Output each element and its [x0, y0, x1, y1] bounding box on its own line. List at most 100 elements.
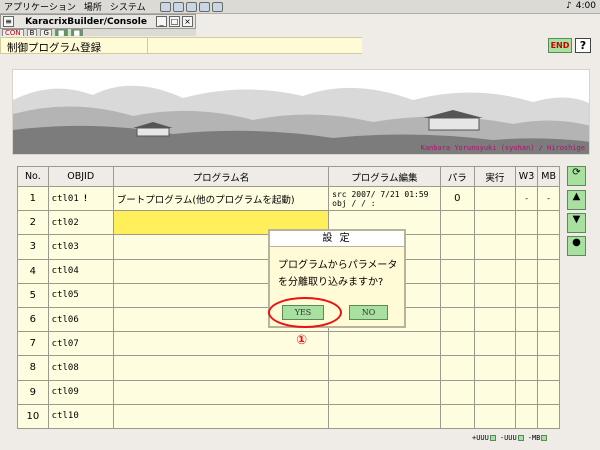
refresh-button[interactable]: ⟳ — [567, 166, 586, 186]
cell-exec[interactable] — [473, 403, 516, 430]
cell-para[interactable] — [439, 355, 475, 381]
table-row[interactable]: 7 ctl07 — [17, 331, 560, 357]
cell-mb[interactable] — [537, 258, 560, 284]
cell-exec[interactable] — [473, 210, 516, 236]
footer-arrow-icon — [517, 435, 524, 441]
cell-program-edit[interactable] — [328, 379, 441, 405]
cell-w3[interactable] — [514, 234, 539, 260]
no-button[interactable]: NO — [349, 305, 388, 320]
center-button[interactable]: ● — [567, 236, 586, 256]
cell-w3[interactable] — [514, 282, 539, 308]
banner-image: Kanbara Yorunoyuki (syohan) / Hiroshige — [12, 69, 590, 155]
cell-no: 1 — [17, 185, 49, 212]
objid-text: ctl07 — [51, 338, 79, 349]
footer-mb[interactable]: -MB — [528, 434, 548, 442]
cell-program-name[interactable]: ブートプログラム(他のプログラムを起動) — [112, 185, 330, 212]
cell-program-name[interactable] — [112, 379, 330, 405]
menu-applications[interactable]: アプリケーション — [4, 0, 76, 13]
cell-para[interactable]: 0 — [439, 185, 475, 212]
cell-exec[interactable] — [473, 258, 516, 284]
menu-system[interactable]: システム — [110, 0, 146, 13]
arrow-down-icon: ▼ — [572, 214, 581, 225]
minimize-button[interactable]: _ — [156, 16, 167, 27]
cell-objid[interactable]: ctl07 — [47, 331, 114, 357]
cell-mb[interactable] — [537, 331, 560, 357]
cell-mb[interactable]: - — [537, 185, 560, 212]
cell-mb[interactable] — [537, 403, 560, 430]
cell-mb[interactable] — [537, 306, 560, 333]
cell-exec[interactable] — [473, 379, 516, 405]
cell-no: 4 — [17, 258, 49, 284]
table-row[interactable]: 1 ctl01! ブートプログラム(他のプログラムを起動) src 2007/ 7/2… — [17, 185, 560, 212]
volume-icon[interactable]: ♪ — [566, 1, 572, 11]
cell-w3[interactable] — [514, 306, 539, 333]
footer-uuu-minus[interactable]: -UUU — [500, 434, 524, 442]
cell-program-edit[interactable] — [328, 355, 441, 381]
cell-w3[interactable] — [514, 403, 539, 430]
terminal-icon[interactable] — [198, 1, 210, 12]
cell-exec[interactable] — [473, 185, 516, 212]
cell-program-name[interactable] — [112, 355, 330, 381]
cell-exec[interactable] — [473, 306, 516, 333]
cell-para[interactable] — [439, 282, 475, 308]
cell-mb[interactable] — [537, 379, 560, 405]
col-program-name: プログラム名 — [112, 166, 330, 187]
scroll-down-button[interactable]: ▼ — [567, 213, 586, 233]
cell-para[interactable] — [439, 258, 475, 284]
cell-w3[interactable]: - — [514, 185, 539, 212]
help-button[interactable]: ? — [575, 38, 591, 53]
table-row[interactable]: 10 ctl10 — [17, 403, 560, 430]
col-exec: 実行 — [473, 166, 516, 187]
objid-text: ctl05 — [51, 290, 79, 301]
flag-mark: ! — [82, 193, 89, 204]
maximize-button[interactable]: □ — [169, 16, 180, 27]
cell-mb[interactable] — [537, 234, 560, 260]
cell-mb[interactable] — [537, 355, 560, 381]
cell-program-name[interactable] — [112, 403, 330, 430]
cell-exec[interactable] — [473, 355, 516, 381]
cell-exec[interactable] — [473, 331, 516, 357]
cell-program-edit[interactable] — [328, 403, 441, 430]
browser-icon[interactable] — [159, 1, 171, 12]
scroll-up-button[interactable]: ▲ — [567, 190, 586, 210]
cell-para[interactable] — [439, 306, 475, 333]
cell-objid[interactable]: ctl09 — [47, 379, 114, 405]
cell-program-edit[interactable] — [328, 331, 441, 357]
cell-para[interactable] — [439, 234, 475, 260]
cell-objid[interactable]: ctl10 — [47, 403, 114, 430]
help-icon[interactable] — [211, 1, 223, 12]
dot-icon: ● — [572, 237, 581, 248]
cell-program-edit[interactable]: src 2007/ 7/21 01:59 obj / / : — [328, 185, 441, 212]
cell-objid[interactable]: ctl02 — [47, 210, 114, 236]
cell-w3[interactable] — [514, 331, 539, 357]
end-button[interactable]: END — [548, 38, 572, 53]
table-row[interactable]: 8 ctl08 — [17, 355, 560, 381]
cell-objid[interactable]: ctl01! — [47, 185, 114, 212]
cell-w3[interactable] — [514, 258, 539, 284]
close-button[interactable]: × — [182, 16, 193, 27]
cell-para[interactable] — [439, 379, 475, 405]
cell-para[interactable] — [439, 403, 475, 430]
footer-uuu-plus[interactable]: +UUU — [472, 434, 496, 442]
cell-exec[interactable] — [473, 234, 516, 260]
cell-objid[interactable]: ctl08 — [47, 355, 114, 381]
clock-area: ♪ 4:00 — [566, 1, 596, 11]
cell-objid[interactable]: ctl06 — [47, 306, 114, 333]
window-menu-icon[interactable]: ≡ — [3, 16, 14, 27]
mail-icon[interactable] — [172, 1, 184, 12]
cell-objid[interactable]: ctl03 — [47, 234, 114, 260]
cell-no: 10 — [17, 403, 49, 430]
editor-icon[interactable] — [185, 1, 197, 12]
menu-places[interactable]: 場所 — [84, 0, 102, 13]
cell-w3[interactable] — [514, 210, 539, 236]
cell-para[interactable] — [439, 210, 475, 236]
cell-mb[interactable] — [537, 210, 560, 236]
table-row[interactable]: 9 ctl09 — [17, 379, 560, 405]
cell-w3[interactable] — [514, 355, 539, 381]
cell-para[interactable] — [439, 331, 475, 357]
cell-exec[interactable] — [473, 282, 516, 308]
cell-mb[interactable] — [537, 282, 560, 308]
cell-objid[interactable]: ctl04 — [47, 258, 114, 284]
cell-w3[interactable] — [514, 379, 539, 405]
cell-objid[interactable]: ctl05 — [47, 282, 114, 308]
